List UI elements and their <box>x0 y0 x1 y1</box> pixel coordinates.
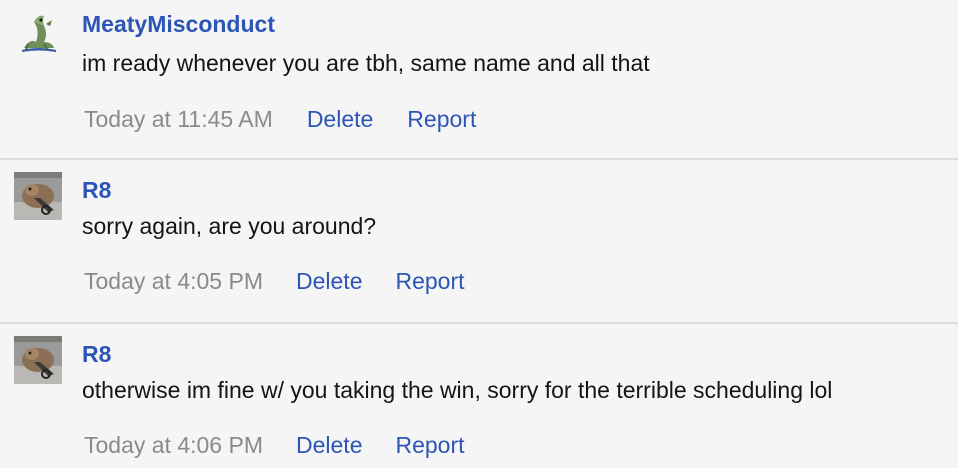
message-item: MeatyMisconduct im ready whenever you ar… <box>0 0 958 158</box>
animal-photo-avatar-icon <box>14 336 62 384</box>
timestamp: Today at 11:45 AM <box>84 106 273 132</box>
message-meta: Today at 11:45 AM Delete Report <box>84 106 476 133</box>
avatar[interactable] <box>14 8 62 56</box>
message-thread: MeatyMisconduct im ready whenever you ar… <box>0 0 958 468</box>
message-text: otherwise im fine w/ you taking the win,… <box>82 377 833 403</box>
message-meta: Today at 4:05 PM Delete Report <box>84 268 465 295</box>
username-link[interactable]: MeatyMisconduct <box>82 11 275 38</box>
message-item: R8 otherwise im fine w/ you taking the w… <box>0 324 958 468</box>
delete-link[interactable]: Delete <box>296 432 362 458</box>
animal-photo-avatar-icon <box>14 172 62 220</box>
message-text: sorry again, are you around? <box>82 213 377 239</box>
report-link[interactable]: Report <box>395 432 464 458</box>
avatar[interactable] <box>14 336 62 384</box>
avatar[interactable] <box>14 172 62 220</box>
username-link[interactable]: R8 <box>82 341 111 368</box>
timestamp: Today at 4:06 PM <box>84 432 263 458</box>
delete-link[interactable]: Delete <box>307 106 373 132</box>
delete-link[interactable]: Delete <box>296 268 362 294</box>
lizard-character-icon <box>14 8 62 56</box>
username-link[interactable]: R8 <box>82 177 111 204</box>
timestamp: Today at 4:05 PM <box>84 268 263 294</box>
message-text: im ready whenever you are tbh, same name… <box>82 50 650 76</box>
message-item: R8 sorry again, are you around? Today at… <box>0 160 958 322</box>
report-link[interactable]: Report <box>395 268 464 294</box>
message-meta: Today at 4:06 PM Delete Report <box>84 432 465 459</box>
report-link[interactable]: Report <box>407 106 476 132</box>
